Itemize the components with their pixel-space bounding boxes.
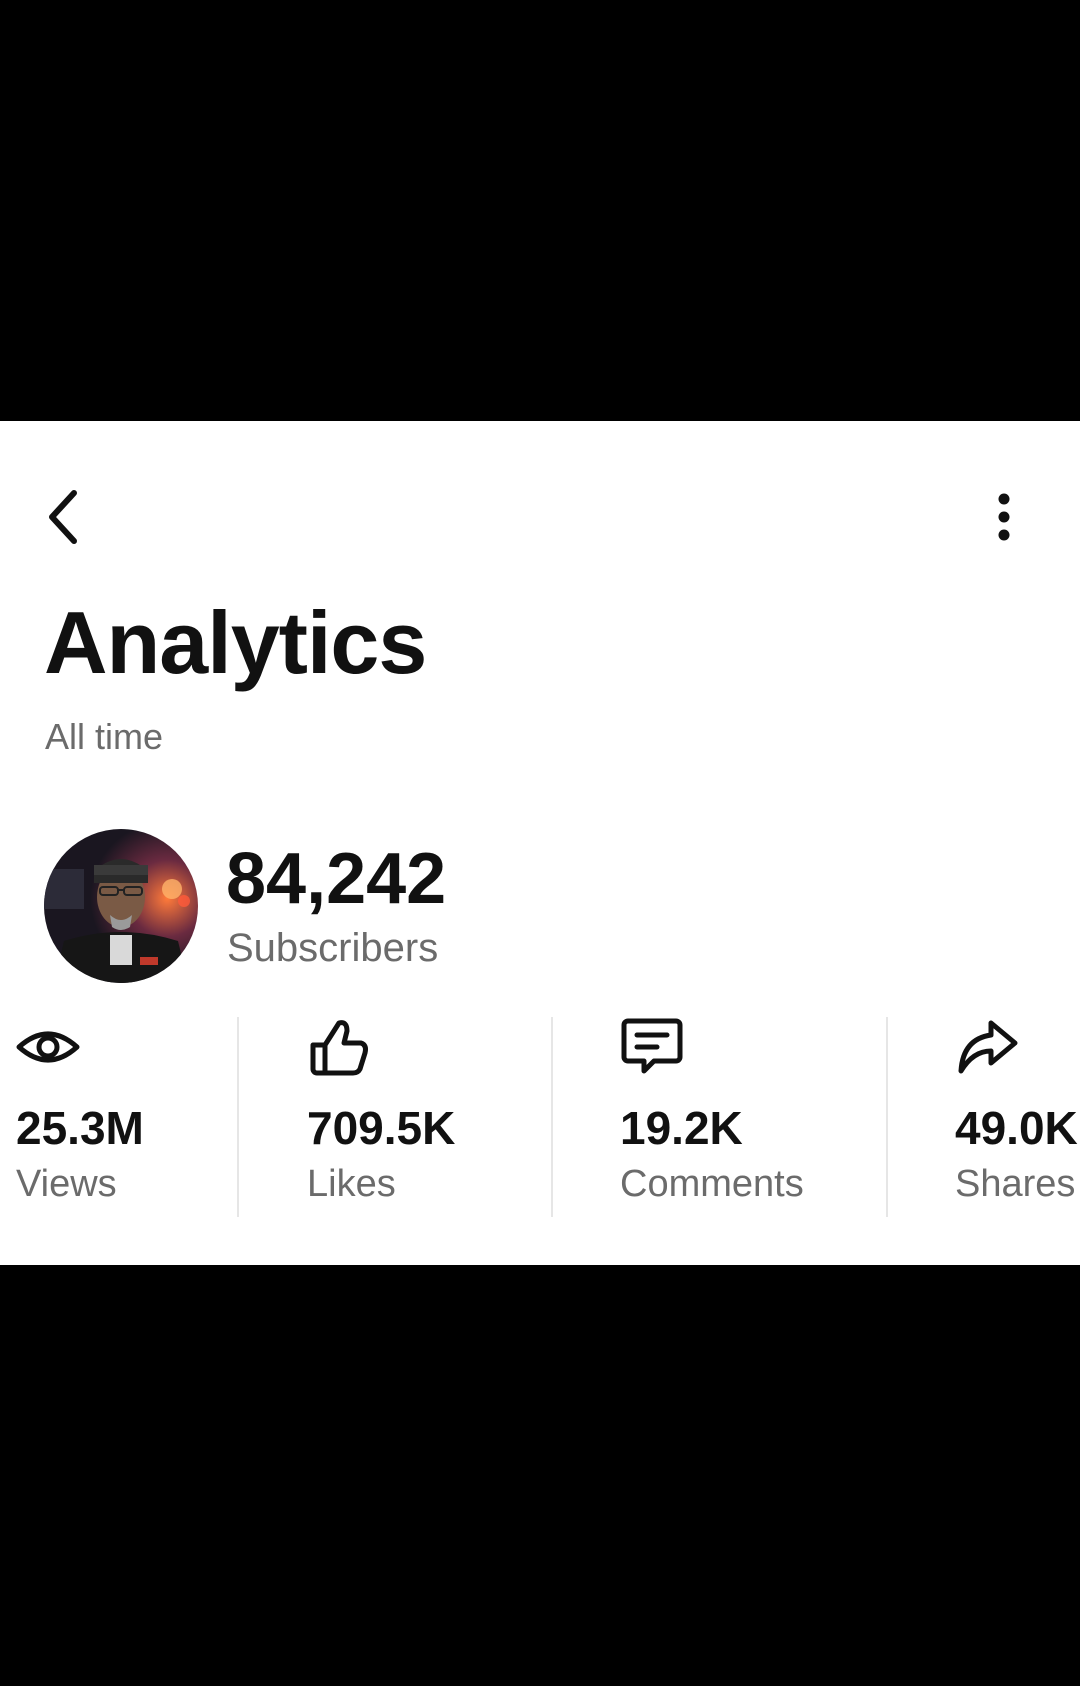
comments-label: Comments — [620, 1163, 804, 1205]
views-value: 25.3M — [16, 1102, 144, 1154]
avatar[interactable] — [44, 829, 198, 983]
stat-divider — [237, 1017, 239, 1217]
more-options-button[interactable] — [976, 481, 1032, 553]
stat-divider — [886, 1017, 888, 1217]
shares-value: 49.0K — [955, 1102, 1078, 1154]
shares-label: Shares — [955, 1163, 1076, 1205]
page-title: Analytics — [44, 593, 427, 692]
views-label: Views — [16, 1163, 117, 1205]
eye-icon — [16, 1031, 80, 1063]
analytics-panel: Analytics All time 84,242 Subscribers 25… — [0, 421, 1080, 1265]
letterbox-top — [0, 0, 1080, 421]
subscriber-count: 84,242 — [226, 839, 447, 919]
share-icon — [958, 1020, 1018, 1074]
likes-label: Likes — [307, 1163, 396, 1205]
subscriber-label: Subscribers — [227, 926, 439, 970]
thumbs-up-icon — [310, 1020, 368, 1076]
comment-icon — [621, 1018, 683, 1074]
chevron-left-icon — [49, 490, 77, 544]
back-button[interactable] — [36, 481, 92, 553]
likes-value: 709.5K — [307, 1102, 456, 1154]
more-vertical-icon — [998, 493, 1010, 541]
time-range-label: All time — [45, 716, 164, 757]
stat-divider — [551, 1017, 553, 1217]
comments-value: 19.2K — [620, 1102, 743, 1154]
letterbox-bottom — [0, 1265, 1080, 1686]
